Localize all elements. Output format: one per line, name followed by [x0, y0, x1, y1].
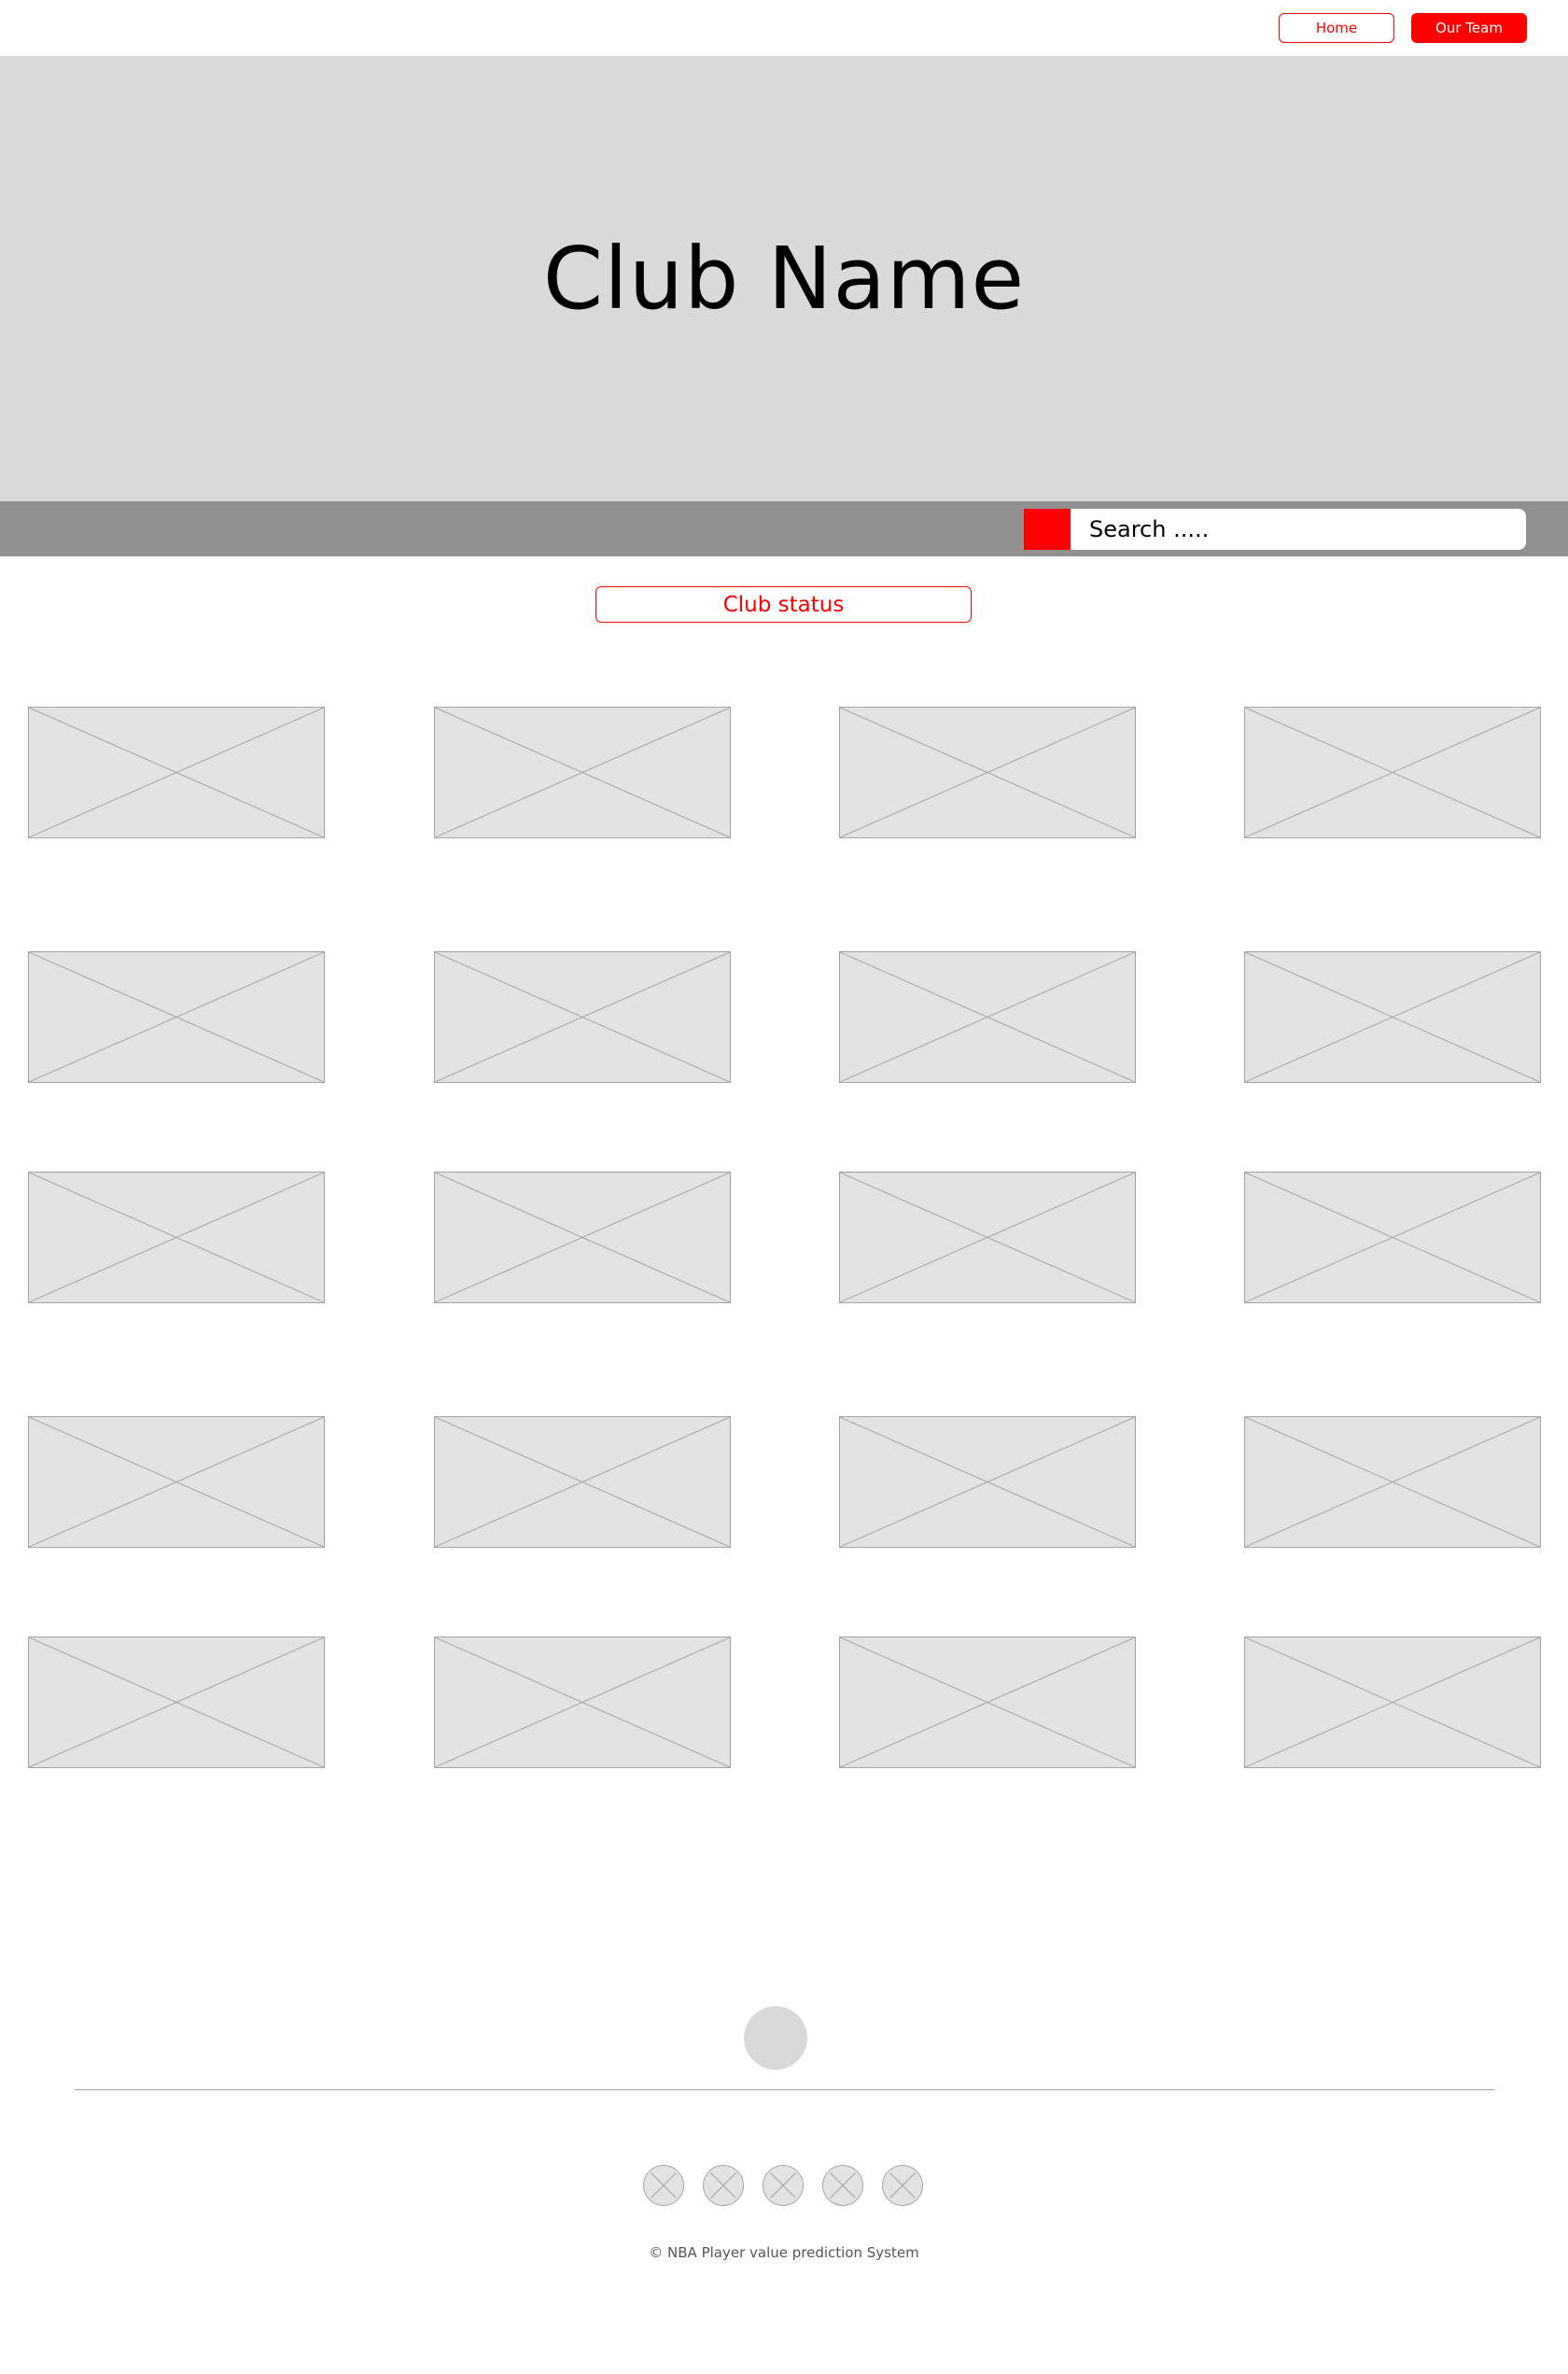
- player-card-image-placeholder[interactable]: [434, 1172, 731, 1303]
- player-card-image-placeholder[interactable]: [1244, 951, 1541, 1083]
- image-placeholder-icon: [840, 1173, 1135, 1302]
- social-icon-5[interactable]: [882, 2165, 923, 2206]
- image-placeholder-icon: [1245, 1417, 1540, 1547]
- player-card-image-placeholder[interactable]: [28, 1172, 325, 1303]
- image-placeholder-icon: [435, 708, 730, 837]
- image-placeholder-icon: [29, 1173, 324, 1302]
- footer-divider: [75, 2089, 1494, 2090]
- player-card-image-placeholder[interactable]: [28, 951, 325, 1083]
- player-card-image-placeholder[interactable]: [1244, 707, 1541, 838]
- player-card-image-placeholder[interactable]: [28, 1416, 325, 1548]
- image-placeholder-icon: [840, 708, 1135, 837]
- image-placeholder-icon: [435, 952, 730, 1082]
- player-card-image-placeholder[interactable]: [434, 1637, 731, 1768]
- player-card-image-placeholder[interactable]: [1244, 1637, 1541, 1768]
- avatar: [744, 2006, 807, 2070]
- top-nav-bar: Home Our Team: [0, 0, 1568, 56]
- player-card-image-placeholder[interactable]: [1244, 1416, 1541, 1548]
- image-placeholder-icon: [29, 708, 324, 837]
- player-card-image-placeholder[interactable]: [434, 1416, 731, 1548]
- image-placeholder-icon: [1245, 1173, 1540, 1302]
- image-placeholder-icon: [29, 1637, 324, 1767]
- player-card-image-placeholder[interactable]: [839, 1172, 1136, 1303]
- club-name-title: Club Name: [542, 229, 1026, 329]
- image-placeholder-icon: [435, 1173, 730, 1302]
- player-card-image-placeholder[interactable]: [1244, 1172, 1541, 1303]
- home-button[interactable]: Home: [1279, 13, 1394, 43]
- player-card-image-placeholder[interactable]: [839, 1637, 1136, 1768]
- player-card-image-placeholder[interactable]: [839, 951, 1136, 1083]
- player-card-image-placeholder[interactable]: [434, 951, 731, 1083]
- player-card-image-placeholder[interactable]: [434, 707, 731, 838]
- image-placeholder-icon: [29, 952, 324, 1082]
- player-card-image-placeholder[interactable]: [28, 707, 325, 838]
- search-bar: [0, 501, 1568, 556]
- player-card-image-placeholder[interactable]: [839, 707, 1136, 838]
- player-card-image-placeholder[interactable]: [28, 1637, 325, 1768]
- social-icon-2[interactable]: [703, 2165, 744, 2206]
- image-placeholder-icon: [435, 1417, 730, 1547]
- our-team-button[interactable]: Our Team: [1411, 13, 1527, 43]
- image-placeholder-icon: [840, 1417, 1135, 1547]
- image-placeholder-icon: [1245, 952, 1540, 1082]
- image-placeholder-icon: [840, 952, 1135, 1082]
- social-icon-1[interactable]: [643, 2165, 684, 2206]
- player-card-image-placeholder[interactable]: [839, 1416, 1136, 1548]
- social-icon-3[interactable]: [763, 2165, 804, 2206]
- image-placeholder-icon: [840, 1637, 1135, 1767]
- club-status-button[interactable]: Club status: [595, 586, 972, 623]
- search-button[interactable]: [1024, 509, 1071, 550]
- image-placeholder-icon: [1245, 708, 1540, 837]
- social-icon-4[interactable]: [822, 2165, 863, 2206]
- search-input[interactable]: [1071, 509, 1526, 550]
- hero-banner: Club Name: [0, 56, 1568, 501]
- image-placeholder-icon: [29, 1417, 324, 1547]
- image-placeholder-icon: [435, 1637, 730, 1767]
- image-placeholder-icon: [1245, 1637, 1540, 1767]
- copyright-text: © NBA Player value prediction System: [649, 2244, 919, 2261]
